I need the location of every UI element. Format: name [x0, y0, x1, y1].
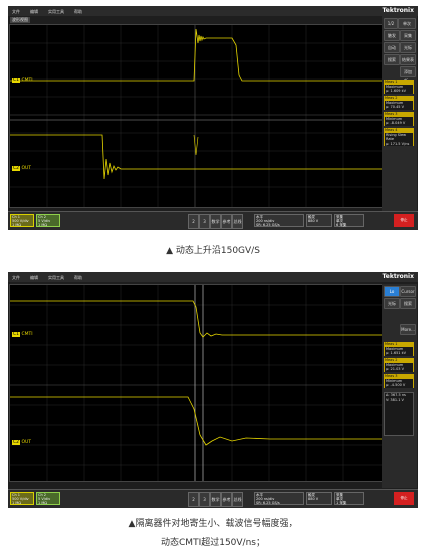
add-new-button[interactable]: 添加新... [400, 66, 416, 83]
out-channel-label: C2 OUT [12, 166, 32, 171]
trigger-settings[interactable]: 触发 880 V [306, 214, 332, 227]
acquisition-settings-2[interactable]: 采集 单次 1 采集 [334, 492, 364, 505]
tab-ch3[interactable]: 3 [199, 214, 210, 229]
measurement-1-2[interactable]: Meas 1 Maximum μ: 1.651 kV [384, 342, 414, 356]
cmti-trace [10, 28, 382, 82]
out-channel-label-2: C2 OUT [12, 440, 32, 445]
horizontal-settings-2[interactable]: 水平 200 ns/div SR: 6.25 GS/s [254, 492, 304, 505]
lo-button[interactable]: Lo [384, 286, 400, 297]
caption-2-line-1: ▲隔离器件对地寄生小、载波信号幅度强， [128, 519, 298, 529]
measurement-2-2[interactable]: Meas 2 Maximum μ: 21.03 V [384, 358, 414, 372]
horizontal-settings[interactable]: 水平 200 ns/div SR: 6.25 GS/s [254, 214, 304, 227]
caption-1: ▲ 动态上升沿150GV/S [166, 246, 260, 256]
acquire-button[interactable]: 采集 [400, 30, 416, 41]
bottom-status-bar-2: Ch 1 500 V/div 1 MΩ Ch 25 V/div 1 MΩ 2 3 数学… [8, 489, 418, 508]
menu-utility[interactable]: 实用工具 [48, 9, 64, 15]
cmti-trace-2 [10, 300, 382, 338]
trigger-settings-2[interactable]: 触发 880 V [306, 492, 332, 505]
out-trace [10, 134, 382, 180]
tab-ch2-2[interactable]: 2 [188, 492, 199, 507]
menu-edit[interactable]: 编辑 [30, 9, 38, 15]
tab-math[interactable]: 数学 [210, 214, 221, 229]
side-panel: 1/2 单次 触发 采集 自动 光标 搜索 结果表格 添加新... Meas 1… [382, 16, 417, 212]
waveform-view-title: 波形视图 [10, 17, 30, 23]
tab-ch2[interactable]: 2 [188, 214, 199, 229]
cursor-button[interactable]: 光标 [400, 42, 416, 53]
brand-logo-2: Tektronix [382, 273, 414, 280]
measurement-3-2[interactable]: Meas 3 Minimum μ: -4.500 V [384, 374, 414, 388]
menu-utility-2[interactable]: 实用工具 [48, 275, 64, 281]
stop-status-2[interactable]: 停止 [394, 492, 414, 505]
channel-2-badge[interactable]: Ch 25 V/div 1 MΩ [36, 214, 60, 227]
single-button[interactable]: 单次 [398, 18, 416, 29]
tab-math-2[interactable]: 数学 [210, 492, 221, 507]
more-button[interactable]: More... [400, 324, 416, 335]
out-trace-2 [10, 396, 382, 446]
run-stop-button[interactable]: 1/2 [384, 18, 398, 29]
channel-2-badge-2[interactable]: Ch 25 V/div 1 MΩ [36, 492, 60, 505]
side-panel-2: Lo Cursor 光标 搜索 More... Meas 1 Maximum μ: … [382, 284, 417, 488]
cmti-channel-label-2: C1 CMTI [12, 332, 33, 337]
waveform-plot-2[interactable]: C1 CMTI C2 OUT [9, 284, 383, 482]
caption-2-line-2: 动态CMTI超过150V/ns； [161, 538, 265, 548]
results-table-button[interactable]: 结果表格 [400, 54, 416, 71]
measurement-2[interactable]: Meas 2 Maximum μ: 70.45 V [384, 96, 414, 110]
channel-1-badge-2[interactable]: Ch 1 500 V/div 1 MΩ [10, 492, 34, 505]
search-button[interactable]: 搜索 [384, 54, 400, 65]
menu-bar: 文件 编辑 实用工具 帮助 Tektronix [8, 6, 418, 16]
measurement-3[interactable]: Meas 3 Minimum μ: -8.049 V [384, 112, 414, 126]
tab-ch3-2[interactable]: 3 [199, 492, 210, 507]
channel-1-badge[interactable]: Ch 1 500 V/div 1 MΩ [10, 214, 34, 227]
acquisition-settings[interactable]: 采集 单次 6 采集 [334, 214, 364, 227]
auto-button[interactable]: 自动 [384, 42, 400, 53]
menu-edit-2[interactable]: 编辑 [30, 275, 38, 281]
scope-screenshot-1: 文件 编辑 实用工具 帮助 Tektronix 波形视图 C1 CMTI C2 … [8, 6, 418, 230]
cursor-button-2[interactable]: 光标 [384, 298, 400, 309]
cursor-readout: Δ: 367.5 ns V: 381.1 V [384, 392, 414, 436]
waveform-plot[interactable]: C1 CMTI C2 OUT [9, 24, 383, 208]
brand-logo: Tektronix [382, 7, 414, 14]
stop-status[interactable]: 停止 [394, 214, 414, 227]
tab-ref-2[interactable]: 参考 [221, 492, 232, 507]
trigger-button[interactable]: 触发 [384, 30, 400, 41]
tab-bus-2[interactable]: 总线 [232, 492, 243, 507]
menu-help[interactable]: 帮助 [74, 9, 82, 15]
menu-bar-2: 文件 编辑 实用工具 帮助 Tektronix [8, 272, 418, 282]
measurement-4[interactable]: Meas 4 Rising Slew Rate μ: 171.5 V/ns [384, 128, 414, 146]
menu-file[interactable]: 文件 [12, 9, 20, 15]
measurement-1[interactable]: Meas 1 Maximum μ: 1.609 kV [384, 80, 414, 94]
scope-screenshot-2: 文件 编辑 实用工具 帮助 Tektronix C1 CMTI C2 OUT L… [8, 272, 418, 508]
tab-ref[interactable]: 参考 [221, 214, 232, 229]
search-button-2[interactable]: 搜索 [400, 298, 416, 309]
tab-bus[interactable]: 总线 [232, 214, 243, 229]
cursor-toggle-button[interactable]: Cursor [400, 286, 416, 297]
menu-file-2[interactable]: 文件 [12, 275, 20, 281]
bottom-status-bar: Ch 1 500 V/div 1 MΩ Ch 25 V/div 1 MΩ 2 3 数学… [8, 211, 418, 230]
cmti-channel-label: C1 CMTI [12, 78, 33, 83]
menu-help-2[interactable]: 帮助 [74, 275, 82, 281]
